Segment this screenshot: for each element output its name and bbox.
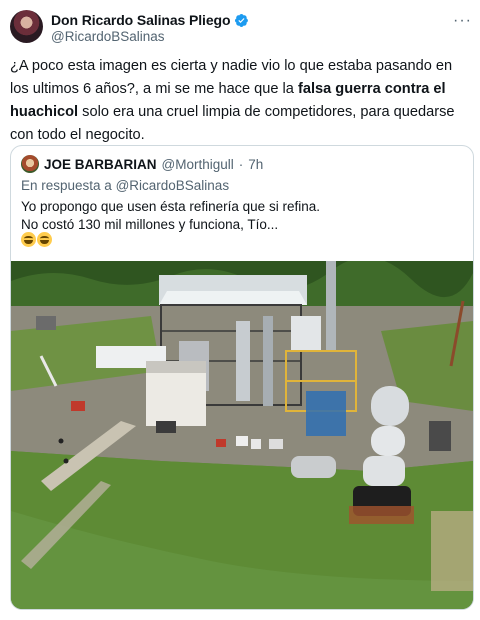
quote-text-line-2: No costó 130 mil millones y funciona, Tí… <box>21 217 279 232</box>
quote-author-handle: @Morthigull <box>161 156 234 172</box>
laughing-emoji-icon <box>21 232 36 247</box>
quote-timestamp: 7h <box>248 156 264 172</box>
reply-prefix: En respuesta a <box>21 178 116 193</box>
author-handle[interactable]: @RicardoBSalinas <box>51 29 165 44</box>
tweet-header: Don Ricardo Salinas Pliego @RicardoBSali… <box>10 8 472 48</box>
reply-mention-link[interactable]: @RicardoBSalinas <box>116 178 230 193</box>
quote-separator: · <box>238 156 244 172</box>
quote-emoji-row <box>21 232 52 247</box>
author-name-row: Don Ricardo Salinas Pliego <box>51 12 249 28</box>
refinery-photo[interactable] <box>11 261 473 609</box>
more-options-icon[interactable]: ··· <box>453 12 472 30</box>
quote-reply-context: En respuesta a @RicardoBSalinas <box>21 178 229 193</box>
quote-text: Yo propongo que usen ésta refinería que … <box>21 198 461 234</box>
tweet-text: ¿A poco esta imagen es cierta y nadie vi… <box>10 55 474 147</box>
quote-text-line-1: Yo propongo que usen ésta refinería que … <box>21 199 320 214</box>
verified-badge-icon <box>235 13 249 27</box>
author-avatar[interactable] <box>10 10 43 43</box>
quote-author-name: JOE BARBARIAN <box>44 156 157 172</box>
quote-header: JOE BARBARIAN @Morthigull · 7h <box>21 155 263 173</box>
author-display-name[interactable]: Don Ricardo Salinas Pliego <box>51 12 231 28</box>
quote-author-avatar <box>21 155 39 173</box>
quoted-tweet[interactable]: JOE BARBARIAN @Morthigull · 7h En respue… <box>10 145 474 610</box>
laughing-emoji-icon <box>37 232 52 247</box>
refinery-aerial-image <box>11 261 473 609</box>
